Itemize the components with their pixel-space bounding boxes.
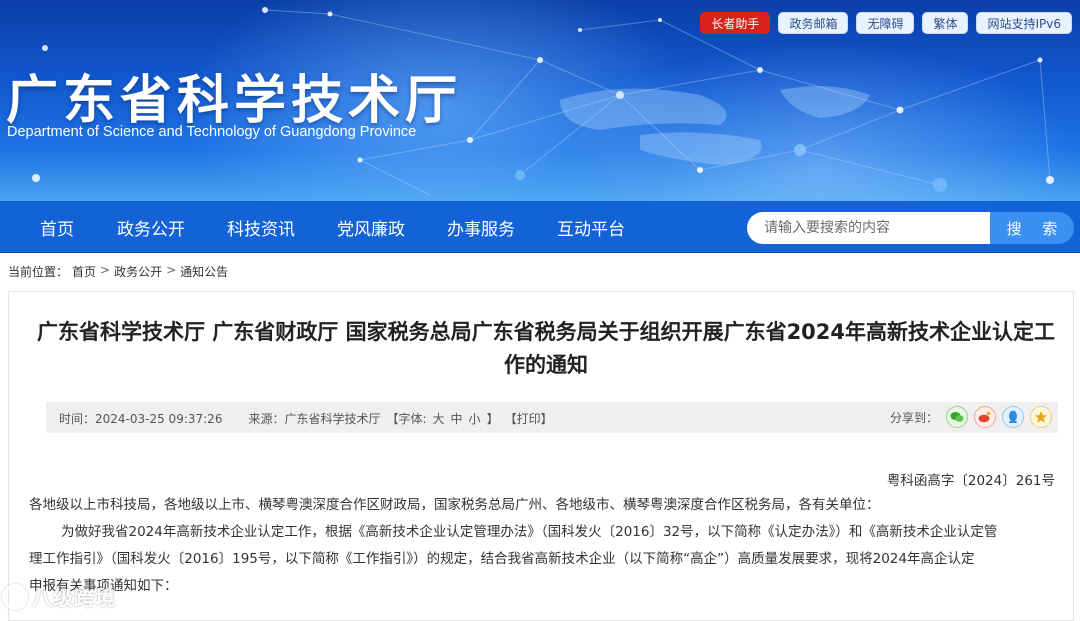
font-size-small-button[interactable]: 小 (469, 410, 481, 427)
wechat-icon[interactable] (946, 406, 968, 428)
article-meta-bar: 时间：2024-03-25 09:37:26 来源：广东省科学技术厅 【字体: … (46, 402, 1058, 433)
nav-item-interaction[interactable]: 互动平台 (536, 215, 646, 240)
nav-item-home[interactable]: 首页 (22, 215, 96, 240)
font-size-large-button[interactable]: 大 (433, 410, 445, 427)
article-title: 广东省科学技术厅 广东省财政厅 国家税务总局广东省税务局关于组织开展广东省202… (36, 320, 1056, 377)
share-label: 分享到： (889, 410, 938, 425)
elder-assistant-button[interactable]: 长者助手 (700, 12, 771, 34)
nav-item-services[interactable]: 办事服务 (426, 215, 536, 240)
breadcrumb-separator: > (100, 263, 111, 277)
document-number: 粤科函高字〔2024〕261号 (886, 473, 1055, 489)
gov-mailbox-link[interactable]: 政务邮箱 (778, 12, 849, 34)
search-button[interactable]: 搜 索 (990, 212, 1074, 244)
article-meta: 时间：2024-03-25 09:37:26 来源：广东省科学技术厅 【字体: … (59, 410, 553, 427)
header-banner: 广东省科学技术厅 Department of Science and Techn… (0, 0, 1080, 201)
qzone-icon[interactable] (1030, 406, 1052, 428)
nav-items: 首页 政务公开 科技资讯 党风廉政 办事服务 互动平台 (22, 201, 646, 253)
font-size-close: 】 (486, 412, 499, 426)
search-input[interactable] (747, 212, 990, 244)
traditional-chinese-link[interactable]: 繁体 (922, 12, 969, 34)
share-bar: 分享到： (890, 406, 1052, 428)
watermark-logo-icon (2, 583, 28, 610)
body-paragraph: 理工作指引》（国科发火〔2016〕195号，以下简称《工作指引》）的规定，结合我… (29, 551, 975, 567)
nav-item-tech-news[interactable]: 科技资讯 (206, 215, 316, 240)
weibo-icon[interactable] (974, 406, 996, 428)
breadcrumb-item-notices[interactable]: 通知公告 (180, 263, 228, 280)
watermark: 八级跨境 (2, 582, 116, 611)
breadcrumb-prefix: 当前位置： (8, 265, 69, 279)
body-paragraph: 各地级以上市科技局，各地级以上市、横琴粤澳深度合作区财政局，国家税务总局广州、各… (29, 497, 880, 513)
main-nav: 首页 政务公开 科技资讯 党风廉政 办事服务 互动平台 搜 索 (0, 201, 1080, 253)
breadcrumb: 当前位置： 首页 > 政务公开 > 通知公告 (8, 263, 228, 280)
site-title: 广东省科学技术厅 (6, 71, 463, 131)
breadcrumb-separator: > (166, 263, 177, 277)
watermark-text: 八级跨境 (32, 586, 116, 610)
article-panel: 广东省科学技术厅 广东省财政厅 国家税务总局广东省税务局关于组织开展广东省202… (8, 291, 1074, 621)
ipv6-support-link[interactable]: 网站支持IPv6 (976, 12, 1072, 34)
publish-time: 时间：2024-03-25 09:37:26 (59, 412, 223, 426)
site-subtitle: Department of Science and Technology of … (7, 124, 417, 140)
top-links: 长者助手 政务邮箱 无障碍 繁体 网站支持IPv6 (700, 12, 1072, 34)
body-paragraph: 为做好我省2024年高新技术企业认定工作，根据《高新技术企业认定管理办法》（国科… (61, 524, 998, 540)
qq-icon[interactable] (1002, 406, 1024, 428)
font-size-medium-button[interactable]: 中 (451, 410, 463, 427)
accessibility-link[interactable]: 无障碍 (856, 12, 915, 34)
nav-item-party-integrity[interactable]: 党风廉政 (316, 215, 426, 240)
article-source: 来源：广东省科学技术厅 (248, 412, 381, 426)
print-button[interactable]: 【打印】 (505, 410, 553, 427)
nav-item-gov-affairs[interactable]: 政务公开 (96, 215, 206, 240)
font-size-label: 【字体: (386, 412, 427, 426)
breadcrumb-item-gov-affairs[interactable]: 政务公开 (114, 263, 162, 280)
breadcrumb-item-home[interactable]: 首页 (72, 263, 96, 280)
